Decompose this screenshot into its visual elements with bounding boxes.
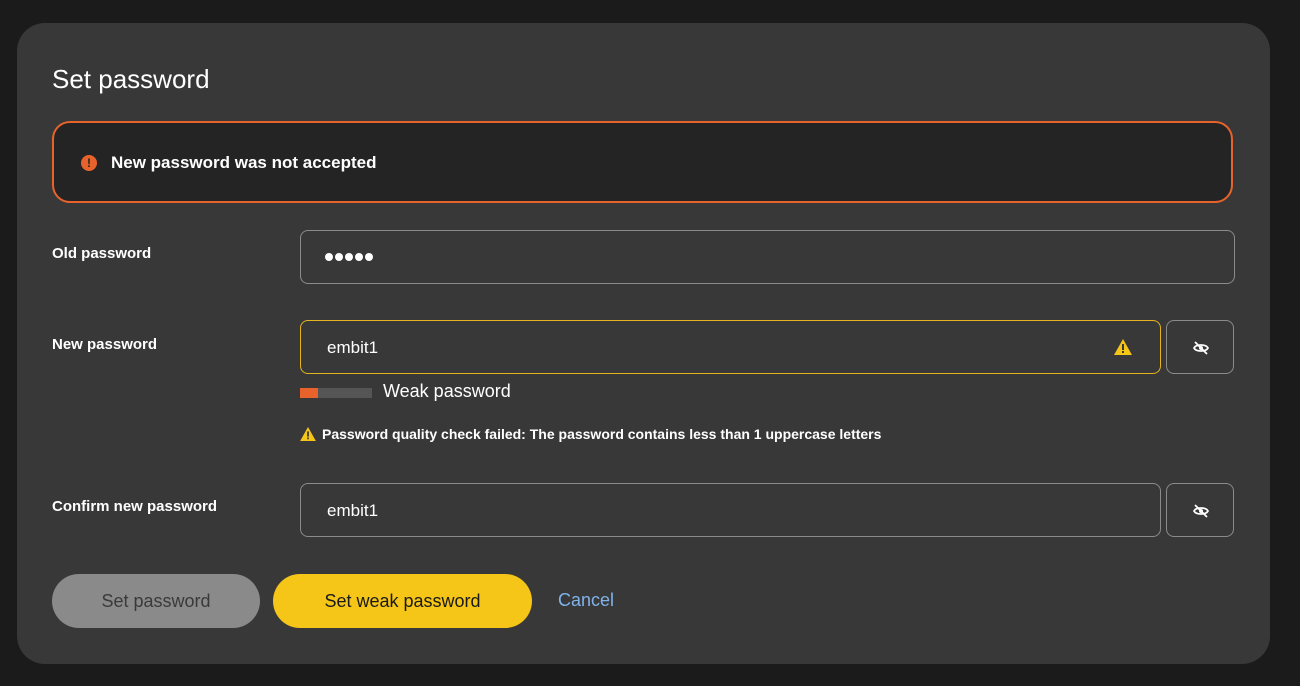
mask-dot [345, 253, 353, 261]
mask-dot [365, 253, 373, 261]
confirm-password-label: Confirm new password [52, 498, 218, 515]
set-weak-password-button[interactable]: Set weak password [273, 574, 532, 628]
error-alert: ! New password was not accepted [52, 121, 1233, 203]
mask-dot [325, 253, 333, 261]
password-strength-meter [300, 388, 372, 398]
confirm-password-input[interactable]: embit1 [300, 483, 1161, 537]
warning-icon [1114, 339, 1132, 355]
old-password-input[interactable] [300, 230, 1235, 284]
strength-fill [300, 388, 318, 398]
dialog-title: Set password [52, 64, 210, 94]
toggle-confirm-password-visibility-button[interactable] [1166, 483, 1234, 537]
mask-dot [355, 253, 363, 261]
set-password-button[interactable]: Set password [52, 574, 260, 628]
set-password-dialog: Set password ! New password was not acce… [17, 23, 1270, 664]
eye-slash-icon [1193, 341, 1209, 355]
mask-dot [335, 253, 343, 261]
quality-message-text: Password quality check failed: The passw… [322, 426, 882, 442]
cancel-link[interactable]: Cancel [558, 590, 614, 611]
new-password-value: embit1 [327, 338, 379, 357]
warning-icon [300, 427, 316, 441]
toggle-new-password-visibility-button[interactable] [1166, 320, 1234, 374]
alert-text: New password was not accepted [111, 153, 377, 172]
new-password-label: New password [52, 336, 158, 353]
new-password-input[interactable]: embit1 [300, 320, 1161, 374]
eye-slash-icon [1193, 504, 1209, 518]
confirm-password-value: embit1 [327, 501, 379, 520]
quality-message: Password quality check failed: The passw… [300, 426, 881, 442]
strength-label: Weak password [383, 381, 511, 401]
old-password-label: Old password [52, 245, 152, 262]
masked-password [325, 253, 373, 261]
error-icon: ! [81, 155, 97, 171]
